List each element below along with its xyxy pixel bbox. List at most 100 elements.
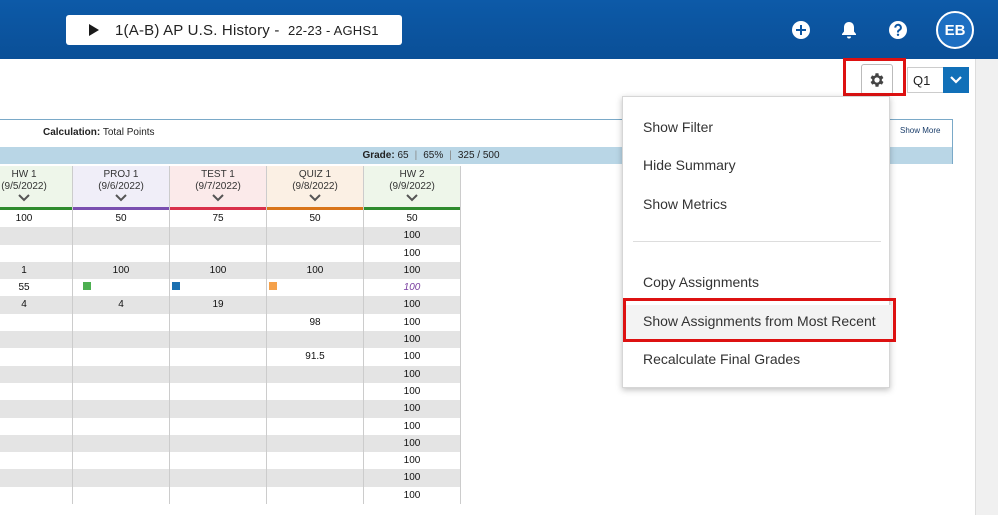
score-cell[interactable]: 75 bbox=[170, 210, 267, 228]
score-cell[interactable] bbox=[170, 313, 267, 332]
score-cell[interactable] bbox=[267, 486, 364, 505]
menu-item-show-metrics[interactable]: Show Metrics bbox=[643, 196, 727, 212]
assignment-header[interactable]: PROJ 1 (9/6/2022) bbox=[73, 166, 170, 210]
score-cell[interactable] bbox=[170, 400, 267, 418]
score-cell[interactable] bbox=[170, 486, 267, 505]
score-cell[interactable] bbox=[0, 452, 73, 470]
score-cell[interactable] bbox=[73, 244, 170, 262]
score-cell[interactable] bbox=[170, 348, 267, 366]
menu-item-show-filter[interactable]: Show Filter bbox=[643, 119, 713, 135]
score-cell[interactable]: 100 bbox=[364, 365, 461, 383]
score-cell[interactable] bbox=[170, 417, 267, 435]
show-more-link[interactable]: Show More bbox=[900, 126, 940, 135]
score-cell[interactable] bbox=[73, 348, 170, 366]
score-cell[interactable] bbox=[0, 331, 73, 349]
chevron-down-icon[interactable] bbox=[18, 194, 30, 202]
score-cell[interactable]: 100 bbox=[364, 279, 461, 297]
score-cell[interactable] bbox=[267, 331, 364, 349]
score-cell[interactable] bbox=[0, 244, 73, 262]
score-cell[interactable] bbox=[73, 365, 170, 383]
score-cell[interactable] bbox=[170, 244, 267, 262]
score-cell[interactable] bbox=[0, 417, 73, 435]
score-cell[interactable] bbox=[0, 365, 73, 383]
score-cell[interactable]: 100 bbox=[364, 452, 461, 470]
assignment-header[interactable]: QUIZ 1 (9/8/2022) bbox=[267, 166, 364, 210]
score-cell[interactable] bbox=[170, 382, 267, 401]
score-cell[interactable] bbox=[73, 452, 170, 470]
score-cell[interactable] bbox=[0, 348, 73, 366]
score-cell[interactable] bbox=[267, 279, 364, 297]
score-cell[interactable] bbox=[0, 469, 73, 487]
score-cell[interactable] bbox=[267, 244, 364, 262]
score-cell[interactable]: 4 bbox=[73, 296, 170, 314]
quarter-select[interactable]: Q1 bbox=[907, 67, 943, 93]
score-cell[interactable]: 100 bbox=[364, 244, 461, 262]
menu-item-show-most-recent[interactable]: Show Assignments from Most Recent bbox=[643, 313, 876, 329]
score-cell[interactable] bbox=[73, 279, 170, 297]
score-cell[interactable]: 98 bbox=[267, 313, 364, 332]
score-cell[interactable] bbox=[73, 469, 170, 487]
score-cell[interactable]: 4 bbox=[0, 296, 73, 314]
help-icon[interactable] bbox=[887, 19, 909, 41]
score-cell[interactable]: 100 bbox=[73, 261, 170, 280]
score-cell[interactable] bbox=[0, 227, 73, 245]
menu-item-copy-assignments[interactable]: Copy Assignments bbox=[643, 274, 759, 290]
score-cell[interactable] bbox=[0, 434, 73, 453]
score-cell[interactable]: 100 bbox=[364, 296, 461, 314]
assignment-header[interactable]: HW 2 (9/9/2022) bbox=[364, 166, 461, 210]
score-cell[interactable] bbox=[267, 382, 364, 401]
score-cell[interactable] bbox=[0, 313, 73, 332]
score-cell[interactable] bbox=[267, 452, 364, 470]
score-cell[interactable] bbox=[73, 400, 170, 418]
score-cell[interactable] bbox=[170, 365, 267, 383]
score-cell[interactable] bbox=[73, 434, 170, 453]
score-cell[interactable]: 100 bbox=[364, 227, 461, 245]
score-cell[interactable] bbox=[267, 227, 364, 245]
score-cell[interactable] bbox=[73, 382, 170, 401]
score-cell[interactable] bbox=[170, 331, 267, 349]
score-cell[interactable]: 100 bbox=[364, 417, 461, 435]
score-cell[interactable]: 100 bbox=[364, 331, 461, 349]
score-cell[interactable] bbox=[73, 331, 170, 349]
notifications-bell-icon[interactable] bbox=[838, 19, 860, 41]
settings-gear-button[interactable] bbox=[861, 64, 893, 95]
quarter-dropdown-button[interactable] bbox=[943, 67, 969, 93]
score-cell[interactable] bbox=[267, 296, 364, 314]
score-cell[interactable]: 100 bbox=[364, 434, 461, 453]
course-selector[interactable]: 1(A-B) AP U.S. History - 22-23 - AGHS1 bbox=[66, 15, 402, 45]
score-cell[interactable]: 100 bbox=[364, 261, 461, 280]
score-cell[interactable] bbox=[0, 400, 73, 418]
score-cell[interactable] bbox=[267, 434, 364, 453]
score-cell[interactable] bbox=[73, 313, 170, 332]
score-cell[interactable]: 91.5 bbox=[267, 348, 364, 366]
score-cell[interactable]: 100 bbox=[364, 313, 461, 332]
score-cell[interactable] bbox=[73, 227, 170, 245]
assignment-header[interactable]: TEST 1 (9/7/2022) bbox=[170, 166, 267, 210]
score-cell[interactable]: 100 bbox=[364, 469, 461, 487]
chevron-down-icon[interactable] bbox=[115, 194, 127, 202]
score-cell[interactable]: 100 bbox=[364, 382, 461, 401]
chevron-down-icon[interactable] bbox=[309, 194, 321, 202]
score-cell[interactable] bbox=[267, 469, 364, 487]
score-cell[interactable]: 1 bbox=[0, 261, 73, 280]
user-avatar[interactable]: EB bbox=[936, 11, 974, 49]
score-cell[interactable]: 100 bbox=[0, 210, 73, 228]
score-cell[interactable] bbox=[170, 279, 267, 297]
score-cell[interactable] bbox=[73, 417, 170, 435]
score-cell[interactable]: 50 bbox=[73, 210, 170, 228]
score-cell[interactable] bbox=[0, 486, 73, 505]
vertical-scrollbar[interactable] bbox=[975, 59, 998, 515]
score-cell[interactable] bbox=[170, 227, 267, 245]
score-cell[interactable] bbox=[170, 434, 267, 453]
score-cell[interactable] bbox=[73, 486, 170, 505]
score-cell[interactable]: 100 bbox=[364, 348, 461, 366]
score-cell[interactable] bbox=[267, 417, 364, 435]
score-cell[interactable]: 19 bbox=[170, 296, 267, 314]
score-cell[interactable]: 100 bbox=[170, 261, 267, 280]
score-cell[interactable] bbox=[0, 382, 73, 401]
score-cell[interactable] bbox=[267, 365, 364, 383]
score-cell[interactable] bbox=[170, 469, 267, 487]
chevron-down-icon[interactable] bbox=[406, 194, 418, 202]
score-cell[interactable] bbox=[170, 452, 267, 470]
menu-item-recalculate-final-grades[interactable]: Recalculate Final Grades bbox=[643, 351, 800, 367]
